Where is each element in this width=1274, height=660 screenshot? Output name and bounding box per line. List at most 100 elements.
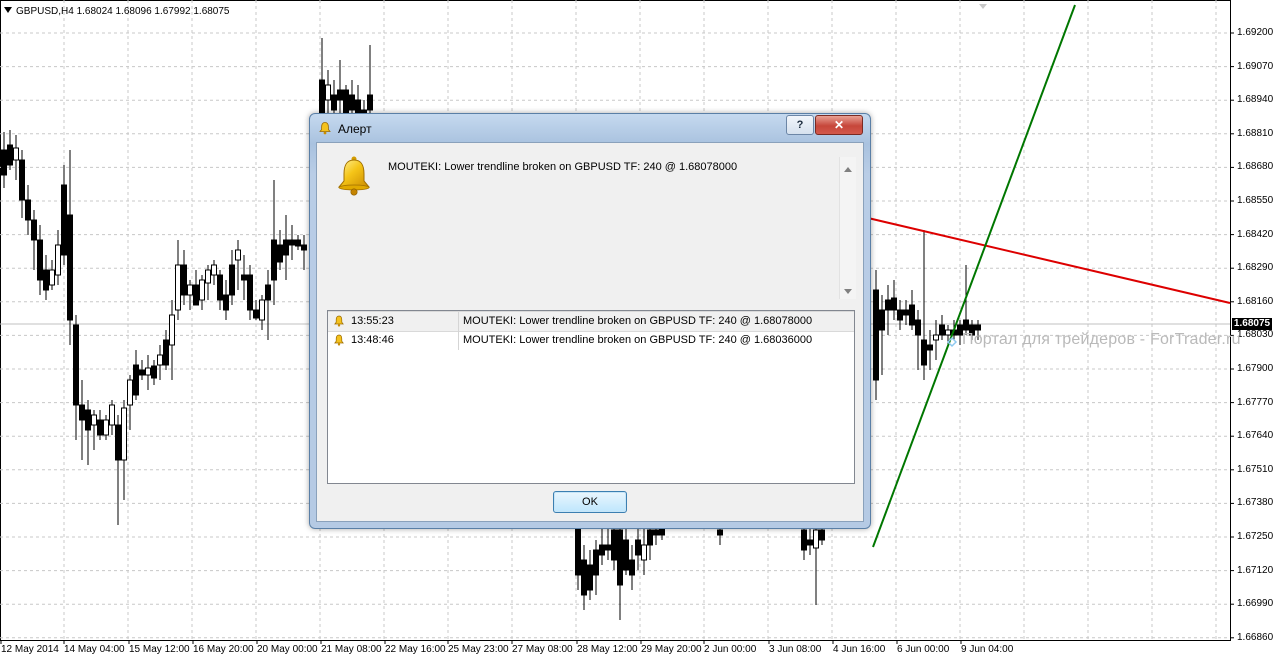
candle-body-bear: [819, 529, 825, 541]
price-axis-label: 1.66860: [1237, 631, 1274, 643]
candle-body-bull: [109, 404, 115, 426]
message-scrollbar[interactable]: [839, 157, 856, 299]
candle-body-bear: [97, 419, 103, 436]
candle-body-bear: [653, 529, 659, 536]
close-button[interactable]: ✕: [815, 115, 863, 135]
candle-body-bull: [205, 269, 211, 284]
column-divider: [458, 331, 459, 350]
price-axis-label: 1.68550: [1237, 195, 1274, 206]
ok-button[interactable]: OK: [553, 491, 627, 513]
time-axis-label: 14 May 04:00: [64, 644, 125, 655]
candle-body-bear: [25, 199, 31, 221]
price-axis-label: 1.67640: [1237, 430, 1274, 442]
dialog-titlebar[interactable]: Алерт ? ✕: [310, 114, 870, 142]
candle-body-bull: [13, 147, 19, 161]
candle-body-bull: [813, 529, 819, 549]
list-item[interactable]: 13:48:46 MOUTEKI: Lower trendline broken…: [328, 331, 854, 350]
candle-body-bear: [909, 304, 915, 326]
bell-icon: [319, 122, 331, 135]
candle-body-bear: [939, 324, 945, 336]
candle-body-bear: [67, 214, 73, 321]
candle-body-bull: [49, 269, 55, 286]
candle-body-bear: [927, 344, 933, 351]
candle-body-bull: [235, 249, 241, 261]
candle-body-bull: [641, 544, 647, 561]
candle-body-bear: [617, 529, 623, 586]
price-axis-label: 1.68940: [1237, 94, 1274, 106]
time-axis-label: 2 Jun 00:00: [704, 644, 757, 655]
price-axis-label: 1.68420: [1237, 228, 1274, 240]
candle-body-bear: [223, 294, 229, 311]
chart-menu-triangle-icon[interactable]: [4, 7, 12, 13]
candle-body-bear: [19, 159, 25, 201]
candle-body-bull: [187, 284, 193, 296]
column-divider: [458, 312, 459, 331]
price-axis-label: 1.67250: [1237, 531, 1274, 542]
chart-shift-marker-icon: [979, 4, 987, 9]
candle-body-bull: [259, 299, 265, 321]
alert-history-list[interactable]: 13:55:23 MOUTEKI: Lower trendline broken…: [327, 310, 855, 484]
candle-body-bear: [163, 339, 169, 366]
price-axis-label: 1.68030: [1237, 329, 1274, 341]
price-axis-label: 1.68680: [1237, 161, 1274, 173]
time-axis-label: 22 May 16:00: [385, 644, 446, 655]
bell-icon: [334, 334, 344, 346]
price-axis-label: 1.67510: [1237, 463, 1274, 475]
candle-body-bear: [73, 324, 79, 406]
alert-time: 13:55:23: [351, 315, 394, 327]
list-item[interactable]: 13:55:23 MOUTEKI: Lower trendline broken…: [328, 311, 854, 332]
candle-body-bear: [133, 364, 139, 396]
candle-body-bear: [891, 297, 897, 311]
price-axis-label: 1.67770: [1237, 396, 1274, 408]
candle-body-bear: [807, 539, 813, 546]
candle-body-bear: [605, 544, 611, 551]
candle-body-bear: [85, 409, 91, 431]
candle-body-bear: [885, 299, 891, 311]
time-axis-label: 25 May 23:00: [448, 644, 509, 655]
price-axis-label: 1.66990: [1237, 598, 1274, 610]
candle-body-bear: [611, 529, 617, 561]
time-axis-label: 6 Jun 00:00: [897, 644, 950, 655]
candle-body-bear: [139, 369, 145, 376]
candle-body-bear: [79, 404, 85, 421]
dialog-title: Алерт: [338, 122, 372, 136]
watermark-text: Портал для трейдеров - ForTrader.ru: [962, 331, 1241, 348]
candle-body-bull: [211, 264, 217, 276]
time-axis-label: 3 Jun 08:00: [769, 644, 822, 655]
candle-body-bear: [975, 324, 981, 331]
candle-body-bear: [229, 264, 235, 296]
candle-body-bear: [193, 284, 199, 306]
candle-body-bear: [271, 239, 277, 281]
candle-body-bear: [37, 239, 43, 281]
candle-body-bear: [265, 284, 271, 301]
time-axis-label: 21 May 08:00: [321, 644, 382, 655]
candle-body-bull: [933, 334, 939, 341]
time-axis-label: 29 May 20:00: [641, 644, 702, 655]
candle-body-bear: [873, 289, 879, 381]
scroll-down-arrow-icon[interactable]: [844, 289, 852, 294]
candle-body-bear: [879, 309, 885, 331]
candle-body-bear: [635, 539, 641, 556]
price-axis-label: 1.67380: [1237, 497, 1274, 509]
candle-body-bear: [217, 274, 223, 301]
time-axis-label: 27 May 08:00: [512, 644, 573, 655]
help-button[interactable]: ?: [786, 115, 814, 135]
price-axis-label: 1.69200: [1237, 27, 1274, 38]
alert-row-message: MOUTEKI: Lower trendline broken on GBPUS…: [463, 315, 813, 327]
scroll-up-arrow-icon[interactable]: [844, 167, 852, 172]
candle-body-bear: [61, 184, 67, 256]
candle-body-bear: [31, 219, 37, 241]
time-axis-label: 28 May 12:00: [577, 644, 638, 655]
candle-body-bull: [325, 84, 331, 101]
price-axis-label: 1.69070: [1237, 60, 1274, 72]
candle-body-bear: [587, 564, 593, 591]
trendline-lower: [872, 4, 1076, 548]
time-axis-label: 12 May 2014: [1, 644, 59, 655]
time-axis-label: 15 May 12:00: [129, 644, 190, 655]
candle-body-bull: [175, 264, 181, 311]
candle-body-bear: [277, 244, 283, 263]
candle-body-bull: [199, 279, 205, 301]
alert-row-message: MOUTEKI: Lower trendline broken on GBPUS…: [463, 334, 813, 346]
candle-body-bull: [127, 379, 133, 406]
candle-body-bear: [289, 239, 295, 246]
